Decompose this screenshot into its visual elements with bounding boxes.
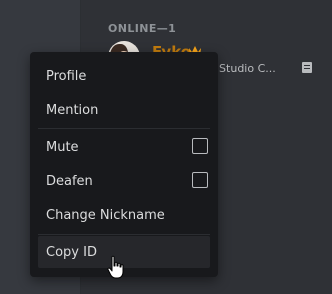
menu-item-mute[interactable]: Mute	[38, 131, 210, 163]
mute-checkbox[interactable]	[192, 138, 208, 154]
member-section-header: ONLINE—1	[108, 22, 177, 35]
context-menu: Profile Mention Mute Deafen Change Nickn…	[30, 52, 218, 277]
menu-separator	[38, 234, 210, 235]
menu-item-deafen[interactable]: Deafen	[38, 165, 210, 197]
rich-presence-icon	[302, 62, 312, 73]
deafen-checkbox[interactable]	[192, 172, 208, 188]
hand-pointer-icon	[107, 255, 124, 279]
menu-item-profile[interactable]: Profile	[38, 60, 210, 92]
menu-separator	[38, 128, 210, 129]
menu-item-mention[interactable]: Mention	[38, 94, 210, 126]
menu-item-change-nickname[interactable]: Change Nickname	[38, 199, 210, 231]
